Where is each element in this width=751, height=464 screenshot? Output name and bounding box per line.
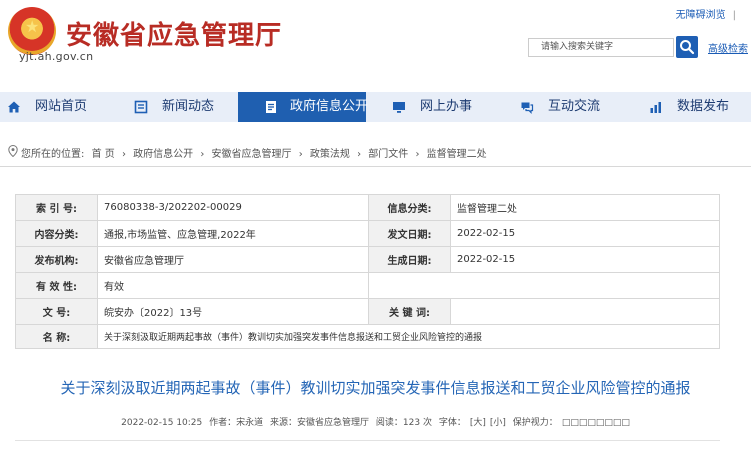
nav-item-gov-info[interactable]: 政府信息公开: [238, 92, 369, 122]
doc-number-label: 文 号:: [15, 298, 98, 325]
index-value: 76080338-3/202202-00029: [97, 194, 369, 221]
effective-date-label: 生成日期:: [368, 246, 451, 273]
nav-label-data-release: 数据发布: [677, 99, 730, 114]
publish-date: 2022-02-15 10:25: [121, 418, 203, 428]
view-count: 阅读：123 次: [375, 418, 432, 428]
issue-date-value: 2022-02-15: [450, 220, 720, 247]
news-icon: [134, 100, 148, 114]
table-row: 文 号: 皖安办〔2022〕13号 关 键 词:: [15, 298, 720, 325]
main-nav: 网站首页 新闻动态 政府信息公开 网上办事 互动交流 数据发布: [0, 92, 751, 122]
monitor-icon: [393, 102, 405, 113]
chat-icon: [521, 102, 534, 114]
breadcrumb-divider: [0, 166, 751, 167]
breadcrumb: 您所在的位置: 首 页 › 政府信息公开 › 安徽省应急管理厅 › 政策法规 ›…: [0, 143, 751, 161]
breadcrumb-trail: 您所在的位置: 首 页 › 政府信息公开 › 安徽省应急管理厅 › 政策法规 ›…: [21, 145, 491, 160]
table-row: 发布机构: 安徽省应急管理厅 生成日期: 2022-02-15: [15, 246, 720, 273]
home-icon: [8, 101, 20, 113]
breadcrumb-item-department[interactable]: 安徽省应急管理厅: [212, 149, 292, 160]
nav-label-home: 网站首页: [35, 99, 88, 114]
star-icon: ★: [25, 17, 40, 36]
validity-label: 有 效 性:: [15, 272, 98, 299]
content-class-value: 通报,市场监管、应急管理,2022年: [97, 220, 369, 247]
document-info-table: 索 引 号: 76080338-3/202202-00029 信息分类: 监督管…: [15, 194, 720, 349]
breadcrumb-item-policy[interactable]: 政策法规: [310, 149, 350, 160]
validity-value: 有效: [97, 272, 369, 299]
nav-item-online-service[interactable]: 网上办事: [392, 92, 492, 122]
source: 来源：安徽省应急管理厅: [270, 418, 370, 428]
table-row: 有 效 性: 有效: [15, 272, 720, 299]
top-links: 无障碍浏览 |: [676, 6, 743, 21]
content-class-label: 内容分类:: [15, 220, 98, 247]
breadcrumb-item-dept-docs[interactable]: 部门文件: [368, 149, 408, 160]
search-icon: [680, 40, 695, 55]
article-meta: 2022-02-15 10:25 作者：宋永道 来源：安徽省应急管理厅 阅读：1…: [0, 415, 751, 428]
issue-date-label: 发文日期:: [368, 220, 451, 247]
info-class-label: 信息分类:: [368, 194, 451, 221]
font-small-button[interactable]: [小]: [490, 418, 506, 428]
nav-label-interaction: 互动交流: [548, 99, 601, 114]
publisher-value: 安徽省应急管理厅: [97, 246, 369, 273]
chart-icon: [650, 102, 661, 113]
nav-label-news: 新闻动态: [162, 99, 215, 114]
info-class-value: 监督管理二处: [450, 194, 720, 221]
nav-item-data-release[interactable]: 数据发布: [649, 92, 749, 122]
author: 作者：宋永道: [209, 418, 264, 428]
breadcrumb-separator: ›: [357, 149, 362, 160]
index-label: 索 引 号:: [15, 194, 98, 221]
table-row: 内容分类: 通报,市场监管、应急管理,2022年 发文日期: 2022-02-1…: [15, 220, 720, 247]
breadcrumb-separator: ›: [200, 149, 205, 160]
site-title[interactable]: 安徽省应急管理厅: [66, 15, 282, 52]
site-header: ★ 安徽省应急管理厅 yjt.ah.gov.cn 无障碍浏览 | 请输入搜索关键字…: [0, 0, 751, 92]
breadcrumb-separator: ›: [415, 149, 420, 160]
font-large-button[interactable]: [大]: [470, 418, 486, 428]
document-icon: [266, 101, 276, 113]
top-link-separator: |: [732, 10, 736, 21]
accessibility-link[interactable]: 无障碍浏览: [676, 6, 726, 21]
advanced-search-link[interactable]: 高级检索: [708, 40, 748, 55]
eye-protection-colors[interactable]: □□□□□□□□: [562, 418, 630, 428]
nav-label-gov-info: 政府信息公开: [290, 99, 369, 114]
font-size-label: 字体：: [438, 418, 466, 428]
meta-divider: [15, 440, 720, 441]
nav-item-interaction[interactable]: 互动交流: [520, 92, 620, 122]
site-url: yjt.ah.gov.cn: [19, 50, 94, 63]
table-row: 索 引 号: 76080338-3/202202-00029 信息分类: 监督管…: [15, 194, 720, 221]
breadcrumb-item-home[interactable]: 首 页: [92, 149, 115, 160]
location-pin-icon: [8, 145, 18, 157]
breadcrumb-prefix: 您所在的位置:: [21, 149, 85, 160]
eye-protection-label: 保护视力：: [512, 418, 558, 428]
keywords-value: [450, 298, 720, 325]
empty-cell: [368, 272, 720, 299]
search-input[interactable]: 请输入搜索关键字: [528, 38, 674, 57]
breadcrumb-separator: ›: [298, 149, 303, 160]
keywords-label: 关 键 词:: [368, 298, 451, 325]
article-title: 关于深刻汲取近期两起事故（事件）教训切实加强突发事件信息报送和工贸企业风险管控的…: [60, 379, 691, 397]
breadcrumb-item-gov-info[interactable]: 政府信息公开: [133, 149, 193, 160]
effective-date-value: 2022-02-15: [450, 246, 720, 273]
nav-label-online-service: 网上办事: [420, 99, 473, 114]
breadcrumb-item-office[interactable]: 监督管理二处: [427, 149, 487, 160]
nav-item-home[interactable]: 网站首页: [7, 92, 107, 122]
name-label: 名 称:: [15, 324, 98, 349]
search-button[interactable]: [676, 36, 698, 58]
nav-item-news[interactable]: 新闻动态: [134, 92, 234, 122]
doc-number-value: 皖安办〔2022〕13号: [97, 298, 369, 325]
name-value: 关于深刻汲取近期两起事故（事件）教训切实加强突发事件信息报送和工贸企业风险管控的…: [97, 324, 720, 349]
breadcrumb-separator: ›: [121, 149, 126, 160]
national-emblem-icon: ★: [8, 7, 56, 55]
publisher-label: 发布机构:: [15, 246, 98, 273]
table-row: 名 称: 关于深刻汲取近期两起事故（事件）教训切实加强突发事件信息报送和工贸企业…: [15, 324, 720, 349]
